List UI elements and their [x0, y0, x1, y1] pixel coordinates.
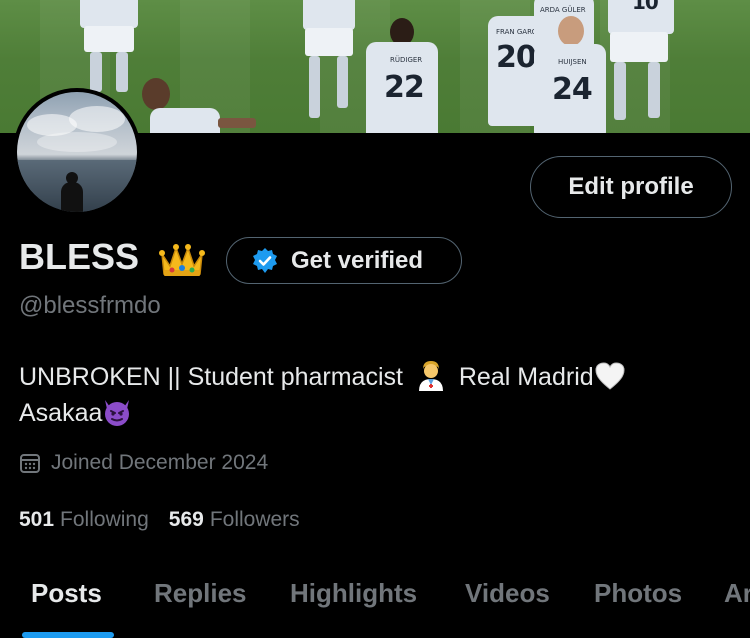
devil-emoji-icon: [105, 400, 130, 426]
following-label: Following: [60, 508, 149, 531]
followers-link[interactable]: 569 Followers: [169, 508, 300, 532]
joined-date: Joined December 2024: [19, 451, 268, 475]
health-worker-emoji-icon: [418, 361, 443, 391]
calendar-icon: [20, 454, 40, 473]
tab-replies[interactable]: Replies: [154, 578, 247, 609]
bio-text: Real Madrid: [458, 363, 594, 391]
bio-text: UNBROKEN || Student pharmacist: [19, 363, 403, 391]
followers-label: Followers: [209, 508, 300, 531]
silhouette-figure: [61, 172, 83, 212]
get-verified-button[interactable]: Get verified: [226, 237, 462, 284]
user-handle: @blessfrmdo: [19, 292, 161, 319]
tab-photos[interactable]: Photos: [594, 578, 682, 609]
active-tab-indicator: [22, 632, 114, 638]
follow-stats: 501 Following 569 Followers: [19, 508, 320, 532]
profile-tabs: Posts Replies Highlights Videos Photos A…: [0, 560, 750, 638]
get-verified-label: Get verified: [291, 246, 424, 274]
verified-badge-icon: [253, 247, 277, 273]
tab-videos[interactable]: Videos: [465, 578, 550, 609]
banner-player-22: RÜDIGER 22: [360, 18, 450, 133]
bio-text: Asakaa: [19, 399, 103, 427]
banner-player: [130, 78, 260, 133]
following-link[interactable]: 501 Following: [19, 508, 149, 532]
avatar-image: [17, 92, 137, 212]
tab-posts[interactable]: Posts: [31, 578, 102, 609]
tab-articles[interactable]: Ar: [724, 578, 750, 609]
followers-count: 569: [168, 508, 204, 531]
banner-player-24: HUIJSEN 24: [530, 16, 610, 133]
display-name: BLESS: [19, 236, 140, 277]
tab-highlights[interactable]: Highlights: [290, 578, 417, 609]
white-heart-emoji-icon: [595, 362, 625, 390]
banner-player: [295, 0, 365, 130]
edit-profile-button[interactable]: Edit profile: [530, 156, 732, 218]
crown-icon: [159, 244, 205, 276]
joined-text: Joined December 2024: [51, 451, 269, 474]
banner-player-10: 10: [604, 0, 684, 130]
avatar[interactable]: [13, 88, 141, 216]
bio: UNBROKEN || Student pharmacist Real Madr…: [19, 359, 719, 431]
following-count: 501: [19, 508, 55, 531]
